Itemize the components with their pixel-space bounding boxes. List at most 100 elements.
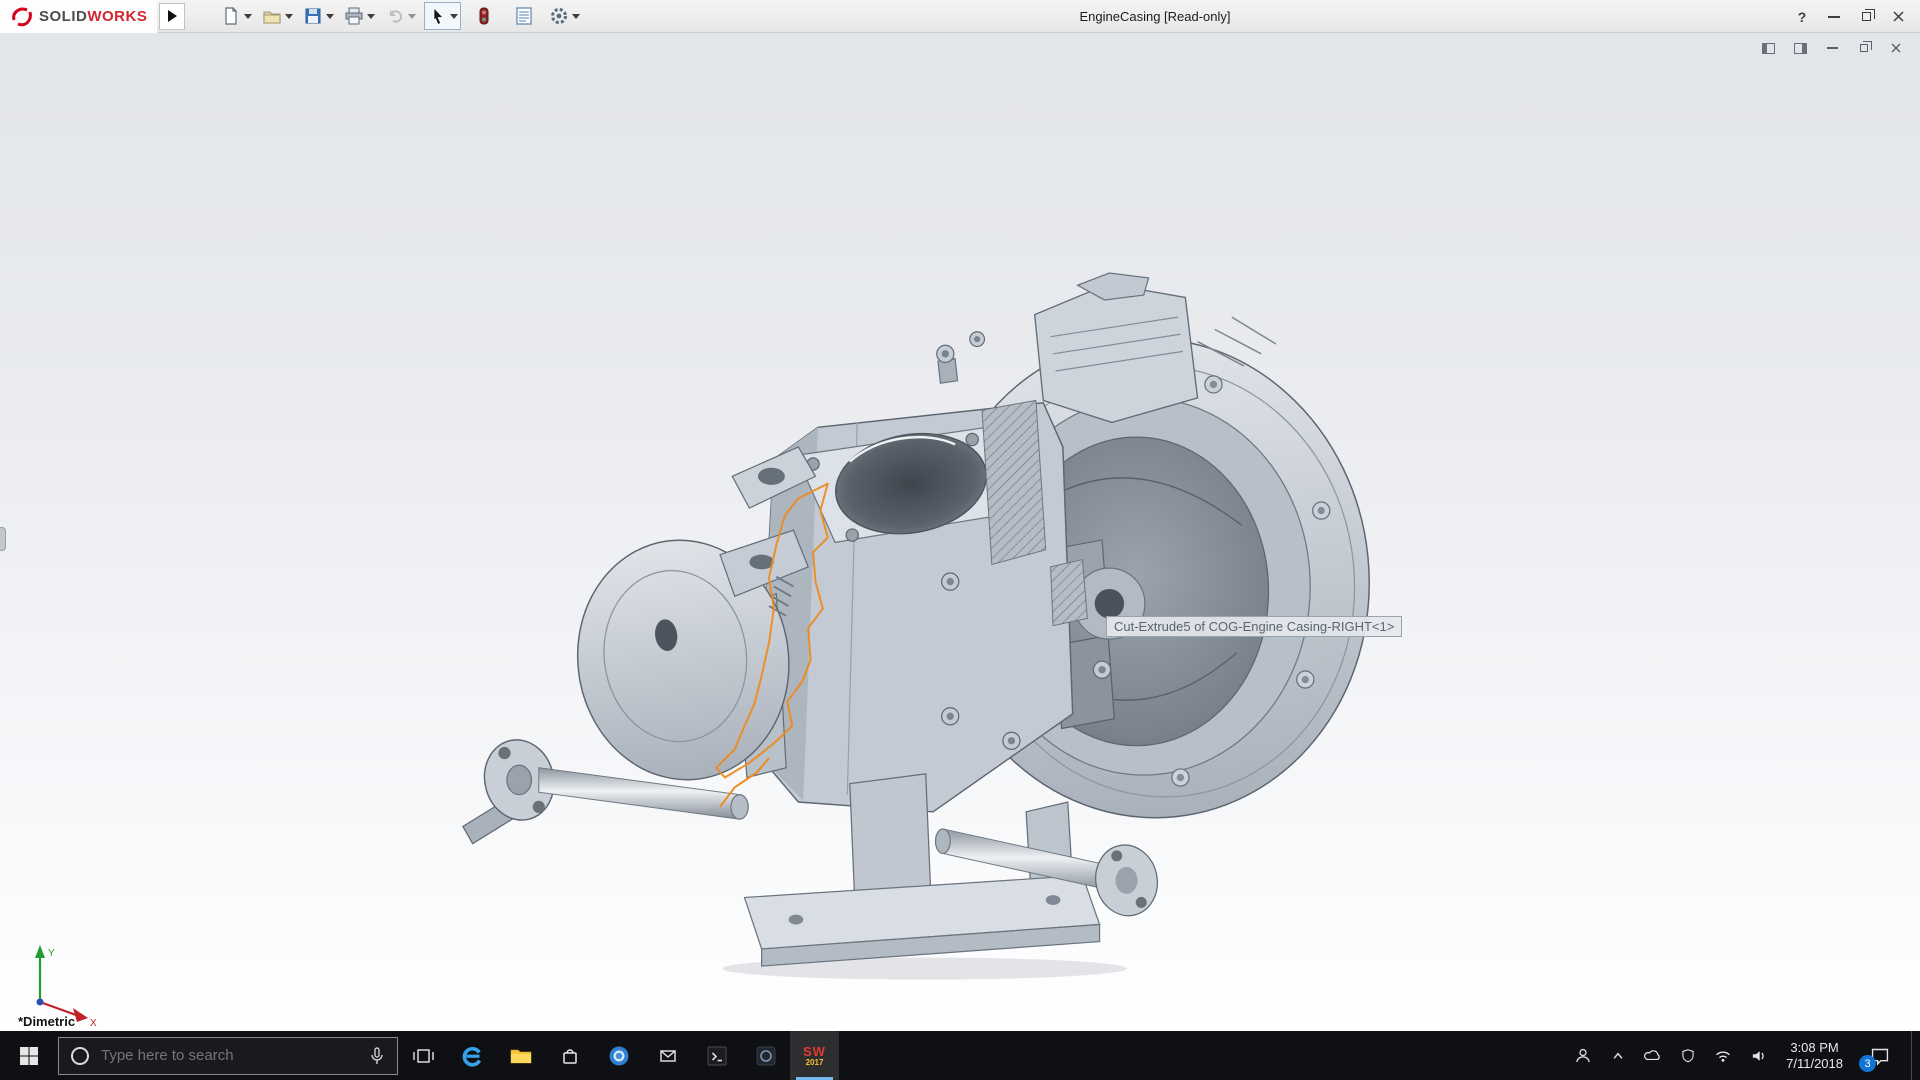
show-desktop-button[interactable] xyxy=(1911,1031,1918,1080)
cloud-icon xyxy=(1641,1044,1665,1068)
edge-button[interactable] xyxy=(447,1031,496,1080)
triad-y-label: Y xyxy=(48,948,55,959)
ds-logo-icon xyxy=(10,4,34,28)
taskbar-search[interactable] xyxy=(58,1037,398,1075)
system-tray: 3:08 PM 7/11/2018 3 xyxy=(1570,1031,1920,1080)
volume-button[interactable] xyxy=(1745,1043,1771,1069)
rebuild-button[interactable] xyxy=(467,2,501,30)
brand-text: SOLIDWORKS xyxy=(39,8,147,25)
pane-left-icon xyxy=(1762,43,1775,54)
doc-restore-button[interactable] xyxy=(1856,41,1872,55)
dark-app-icon xyxy=(752,1042,780,1070)
document-window-controls xyxy=(1760,41,1904,55)
search-input[interactable] xyxy=(101,1047,357,1064)
wifi-icon xyxy=(1711,1044,1735,1068)
options-dropdown[interactable] xyxy=(572,14,580,19)
expand-arrow-icon xyxy=(168,10,177,22)
undo-dropdown[interactable] xyxy=(408,14,416,19)
print-icon xyxy=(344,6,364,26)
chrome-button[interactable] xyxy=(594,1031,643,1080)
new-document-button[interactable] xyxy=(219,2,254,30)
new-document-icon xyxy=(221,6,241,26)
solidworks-icon: SW xyxy=(803,1045,826,1058)
select-dropdown[interactable] xyxy=(450,14,458,19)
windows-taskbar: SW 2017 xyxy=(0,1031,1920,1080)
taskbar-clock[interactable]: 3:08 PM 7/11/2018 xyxy=(1780,1040,1849,1072)
shield-icon xyxy=(1677,1045,1699,1067)
edge-icon xyxy=(458,1042,486,1070)
select-tool-button[interactable] xyxy=(424,2,461,30)
undo-button[interactable] xyxy=(383,2,418,30)
doc-minimize-button[interactable] xyxy=(1824,41,1840,55)
panel-splitter-handle[interactable] xyxy=(0,527,6,551)
select-cursor-icon xyxy=(427,6,447,26)
pane-right-button[interactable] xyxy=(1792,41,1808,55)
rebuild-stoplight-icon xyxy=(474,6,494,26)
close-icon xyxy=(1893,11,1904,22)
store-bag-icon xyxy=(556,1042,584,1070)
people-button[interactable] xyxy=(1570,1043,1596,1069)
print-button[interactable] xyxy=(342,2,377,30)
view-orientation-label: *Dimetric xyxy=(18,1014,75,1029)
gear-icon xyxy=(549,6,569,26)
doc-close-button[interactable] xyxy=(1888,41,1904,55)
security-button[interactable] xyxy=(1675,1043,1701,1069)
start-button[interactable] xyxy=(0,1031,58,1080)
open-folder-icon xyxy=(262,6,282,26)
triad-x-label: X xyxy=(90,1018,97,1029)
save-dropdown[interactable] xyxy=(326,14,334,19)
file-properties-icon xyxy=(514,6,534,26)
clock-date: 7/11/2018 xyxy=(1786,1056,1843,1072)
solidworks-taskbar-button[interactable]: SW 2017 xyxy=(790,1031,839,1080)
graphics-viewport[interactable]: Cut-Extrude5 of COG-Engine Casing-RIGHT<… xyxy=(0,33,1920,1031)
undo-icon xyxy=(385,6,405,26)
store-button[interactable] xyxy=(545,1031,594,1080)
hover-tooltip: Cut-Extrude5 of COG-Engine Casing-RIGHT<… xyxy=(1106,616,1402,637)
clock-time: 3:08 PM xyxy=(1786,1040,1843,1056)
person-icon xyxy=(1571,1044,1595,1068)
network-button[interactable] xyxy=(1710,1043,1736,1069)
save-button[interactable] xyxy=(301,2,336,30)
windows-logo-icon xyxy=(19,1046,39,1066)
print-dropdown[interactable] xyxy=(367,14,375,19)
save-icon xyxy=(303,6,323,26)
command-prompt-icon xyxy=(703,1042,731,1070)
pane-left-button[interactable] xyxy=(1760,41,1776,55)
solidworks-year: 2017 xyxy=(806,1058,824,1067)
doc-restore-icon xyxy=(1860,44,1868,52)
doc-close-icon xyxy=(1891,43,1901,53)
solidworks-logo[interactable]: SOLIDWORKS xyxy=(0,0,157,33)
restore-icon xyxy=(1862,12,1871,21)
task-view-button[interactable] xyxy=(398,1031,447,1080)
open-button[interactable] xyxy=(260,2,295,30)
close-button[interactable] xyxy=(1882,4,1914,30)
help-button[interactable]: ? xyxy=(1786,4,1818,30)
mail-icon xyxy=(654,1042,682,1070)
speaker-icon xyxy=(1746,1044,1770,1068)
file-explorer-button[interactable] xyxy=(496,1031,545,1080)
restore-button[interactable] xyxy=(1850,4,1882,30)
notification-badge: 3 xyxy=(1859,1055,1876,1072)
file-explorer-icon xyxy=(507,1042,535,1070)
menu-expand-button[interactable] xyxy=(159,3,185,30)
minimize-button[interactable] xyxy=(1818,4,1850,30)
window-title: EngineCasing [Read-only] xyxy=(1079,9,1230,24)
pane-right-icon xyxy=(1794,43,1807,54)
tray-overflow-button[interactable] xyxy=(1605,1043,1631,1069)
dark-app-button[interactable] xyxy=(741,1031,790,1080)
command-prompt-button[interactable] xyxy=(692,1031,741,1080)
open-dropdown[interactable] xyxy=(285,14,293,19)
cortana-icon xyxy=(69,1045,91,1067)
mail-button[interactable] xyxy=(643,1031,692,1080)
onedrive-button[interactable] xyxy=(1640,1043,1666,1069)
chevron-up-icon xyxy=(1607,1045,1629,1067)
file-properties-button[interactable] xyxy=(507,2,541,30)
model-canvas[interactable] xyxy=(0,33,1920,1031)
action-center-button[interactable]: 3 xyxy=(1858,1031,1902,1080)
microphone-icon[interactable] xyxy=(367,1045,387,1067)
options-button[interactable] xyxy=(547,2,582,30)
taskbar-apps: SW 2017 xyxy=(398,1031,839,1080)
new-dropdown[interactable] xyxy=(244,14,252,19)
chrome-icon xyxy=(605,1042,633,1070)
minimize-icon xyxy=(1828,16,1840,18)
